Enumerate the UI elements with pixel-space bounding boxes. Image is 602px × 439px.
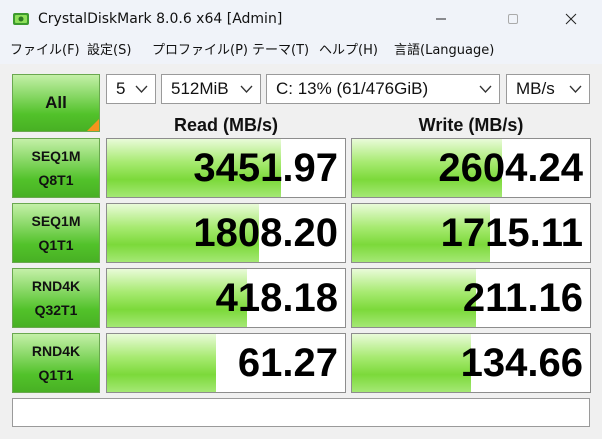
read-score-value: 418.18	[215, 276, 338, 320]
test-params: Q32T1	[34, 302, 78, 318]
test-name: RND4K	[31, 343, 81, 359]
test-params: Q1T1	[38, 237, 74, 253]
test-name: SEQ1M	[31, 213, 81, 229]
test-size-select[interactable]: 512MiB	[161, 74, 261, 104]
test-name: SEQ1M	[31, 148, 81, 164]
write-result-cell: 1715.11	[351, 203, 591, 263]
menu-help[interactable]: ヘルプ(H)	[319, 42, 378, 60]
chevron-down-icon	[135, 85, 148, 93]
app-disk-icon	[13, 13, 29, 25]
close-icon	[565, 13, 577, 25]
drive-select[interactable]: C: 13% (61/476GiB)	[266, 74, 500, 104]
write-score-value: 2604.24	[438, 146, 583, 190]
menu-bar: ファイル(F) 設定(S) プロファイル(P) テーマ(T) ヘルプ(H) 言語…	[0, 38, 602, 64]
menu-settings[interactable]: 設定(S)	[87, 42, 131, 60]
menu-file[interactable]: ファイル(F)	[10, 42, 80, 60]
maximize-button[interactable]	[490, 0, 536, 38]
write-result-cell: 211.16	[351, 268, 591, 328]
test-count-select[interactable]: 5	[106, 74, 156, 104]
read-score-bar	[107, 334, 217, 392]
close-button[interactable]	[548, 0, 594, 38]
write-result-cell: 2604.24	[351, 138, 591, 198]
read-result-cell: 418.18	[106, 268, 346, 328]
unit-value: MB/s	[516, 79, 555, 98]
menu-theme[interactable]: テーマ(T)	[252, 42, 309, 60]
read-score-value: 1808.20	[193, 211, 338, 255]
write-score-value: 1715.11	[440, 211, 583, 255]
title-bar[interactable]: CrystalDiskMark 8.0.6 x64 [Admin]	[0, 0, 602, 38]
comment-input[interactable]	[12, 398, 590, 427]
write-result-cell: 134.66	[351, 333, 591, 393]
test-params: Q1T1	[38, 367, 74, 383]
test-button-seq1m-q8t1[interactable]: SEQ1M Q8T1	[12, 138, 100, 198]
test-count-value: 5	[116, 79, 126, 98]
read-score-value: 3451.97	[193, 146, 338, 190]
read-result-cell: 1808.20	[106, 203, 346, 263]
test-name: RND4K	[31, 278, 81, 294]
drive-value: C: 13% (61/476GiB)	[276, 79, 429, 98]
test-button-rnd4k-q1t1[interactable]: RND4K Q1T1	[12, 333, 100, 393]
minimize-button[interactable]	[418, 0, 464, 38]
read-result-cell: 3451.97	[106, 138, 346, 198]
maximize-icon	[508, 14, 518, 24]
chevron-down-icon	[240, 85, 253, 93]
read-score-value: 61.27	[237, 341, 338, 385]
test-button-rnd4k-q32t1[interactable]: RND4K Q32T1	[12, 268, 100, 328]
chevron-down-icon	[569, 85, 582, 93]
write-score-value: 134.66	[460, 341, 583, 385]
all-button-label: All	[45, 93, 67, 112]
test-params: Q8T1	[38, 172, 74, 188]
window-title: CrystalDiskMark 8.0.6 x64 [Admin]	[38, 11, 283, 27]
read-column-header: Read (MB/s)	[173, 115, 278, 135]
test-button-seq1m-q1t1[interactable]: SEQ1M Q1T1	[12, 203, 100, 263]
write-score-bar	[352, 334, 471, 392]
write-score-bar	[352, 269, 476, 327]
menu-profile[interactable]: プロファイル(P)	[152, 42, 248, 60]
chevron-down-icon	[479, 85, 492, 93]
read-result-cell: 61.27	[106, 333, 346, 393]
test-size-value: 512MiB	[171, 79, 229, 98]
orange-corner-marker	[87, 119, 99, 131]
write-score-value: 211.16	[462, 276, 583, 320]
all-button[interactable]: All	[12, 74, 100, 132]
unit-select[interactable]: MB/s	[506, 74, 590, 104]
write-column-header: Write (MB/s)	[418, 115, 524, 135]
menu-language[interactable]: 言語(Language)	[394, 42, 494, 60]
minimize-icon	[436, 18, 446, 20]
